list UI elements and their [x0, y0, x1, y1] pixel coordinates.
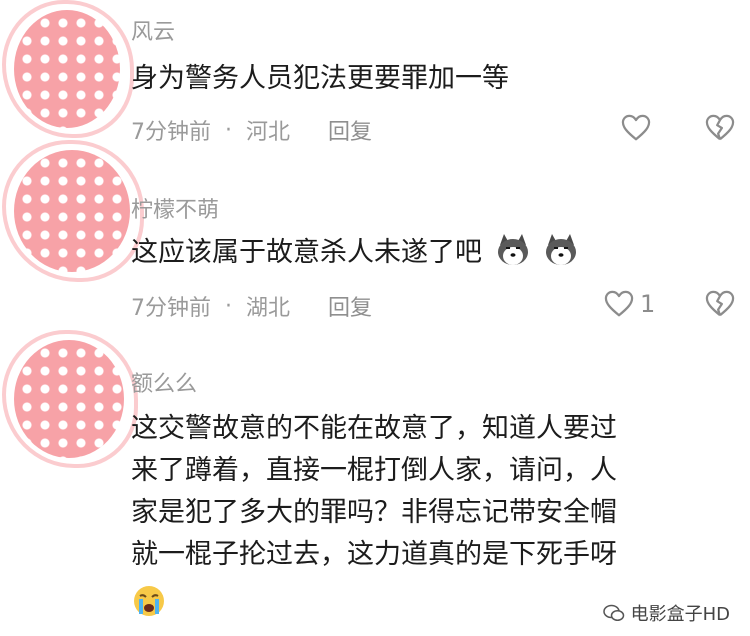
husky-emoji-icon	[497, 234, 528, 265]
watermark: 电影盒子HD	[602, 600, 730, 626]
wechat-icon	[602, 604, 624, 622]
comment-location: 河北	[246, 120, 291, 145]
comment-text-line: 这交警故意的不能在故意了，知道人要过	[131, 413, 617, 444]
dislike-button[interactable]	[705, 114, 735, 142]
broken-heart-icon	[705, 114, 735, 141]
comment-username[interactable]: 风云	[131, 14, 175, 46]
like-count: 1	[640, 290, 656, 318]
like-button[interactable]: 1	[604, 290, 655, 318]
meta-separator: ·	[225, 293, 232, 319]
comment-meta: 7分钟前 · 湖北 回复	[131, 290, 372, 322]
comment-meta: 7分钟前 · 河北 回复	[131, 114, 372, 146]
husky-emoji-icon	[546, 234, 577, 265]
comment-time: 7分钟前	[131, 120, 211, 145]
like-button[interactable]	[621, 114, 651, 142]
crying-emoji-icon	[134, 586, 164, 616]
comment-time: 7分钟前	[131, 296, 211, 321]
comment-text-line: 来了蹲着，直接一棍打倒人家，请问，人	[131, 455, 617, 486]
broken-heart-icon	[705, 290, 735, 317]
comment-username[interactable]: 柠檬不萌	[131, 192, 219, 224]
reply-button[interactable]: 回复	[328, 290, 372, 322]
watermark-text: 电影盒子HD	[630, 604, 730, 625]
comment-text-line: 家是犯了多大的罪吗？非得忘记带安全帽	[131, 497, 617, 528]
heart-icon	[604, 290, 634, 317]
comment-username[interactable]: 额么么	[131, 366, 197, 398]
avatar[interactable]	[14, 150, 130, 272]
meta-separator: ·	[225, 117, 232, 143]
reply-button[interactable]: 回复	[328, 114, 372, 146]
heart-icon	[621, 114, 651, 141]
avatar[interactable]	[14, 340, 124, 458]
comment-location: 湖北	[246, 296, 291, 321]
comment-text-line: 就一棍子抡过去，这力道真的是下死手呀	[131, 539, 617, 570]
comment-text: 身为警务人员犯法更要罪加一等	[131, 63, 509, 94]
comment-text: 这应该属于故意杀人未遂了吧	[131, 232, 579, 274]
avatar[interactable]	[14, 10, 120, 128]
dislike-button[interactable]	[705, 290, 735, 318]
comment-text-content: 这应该属于故意杀人未遂了吧	[131, 237, 482, 268]
